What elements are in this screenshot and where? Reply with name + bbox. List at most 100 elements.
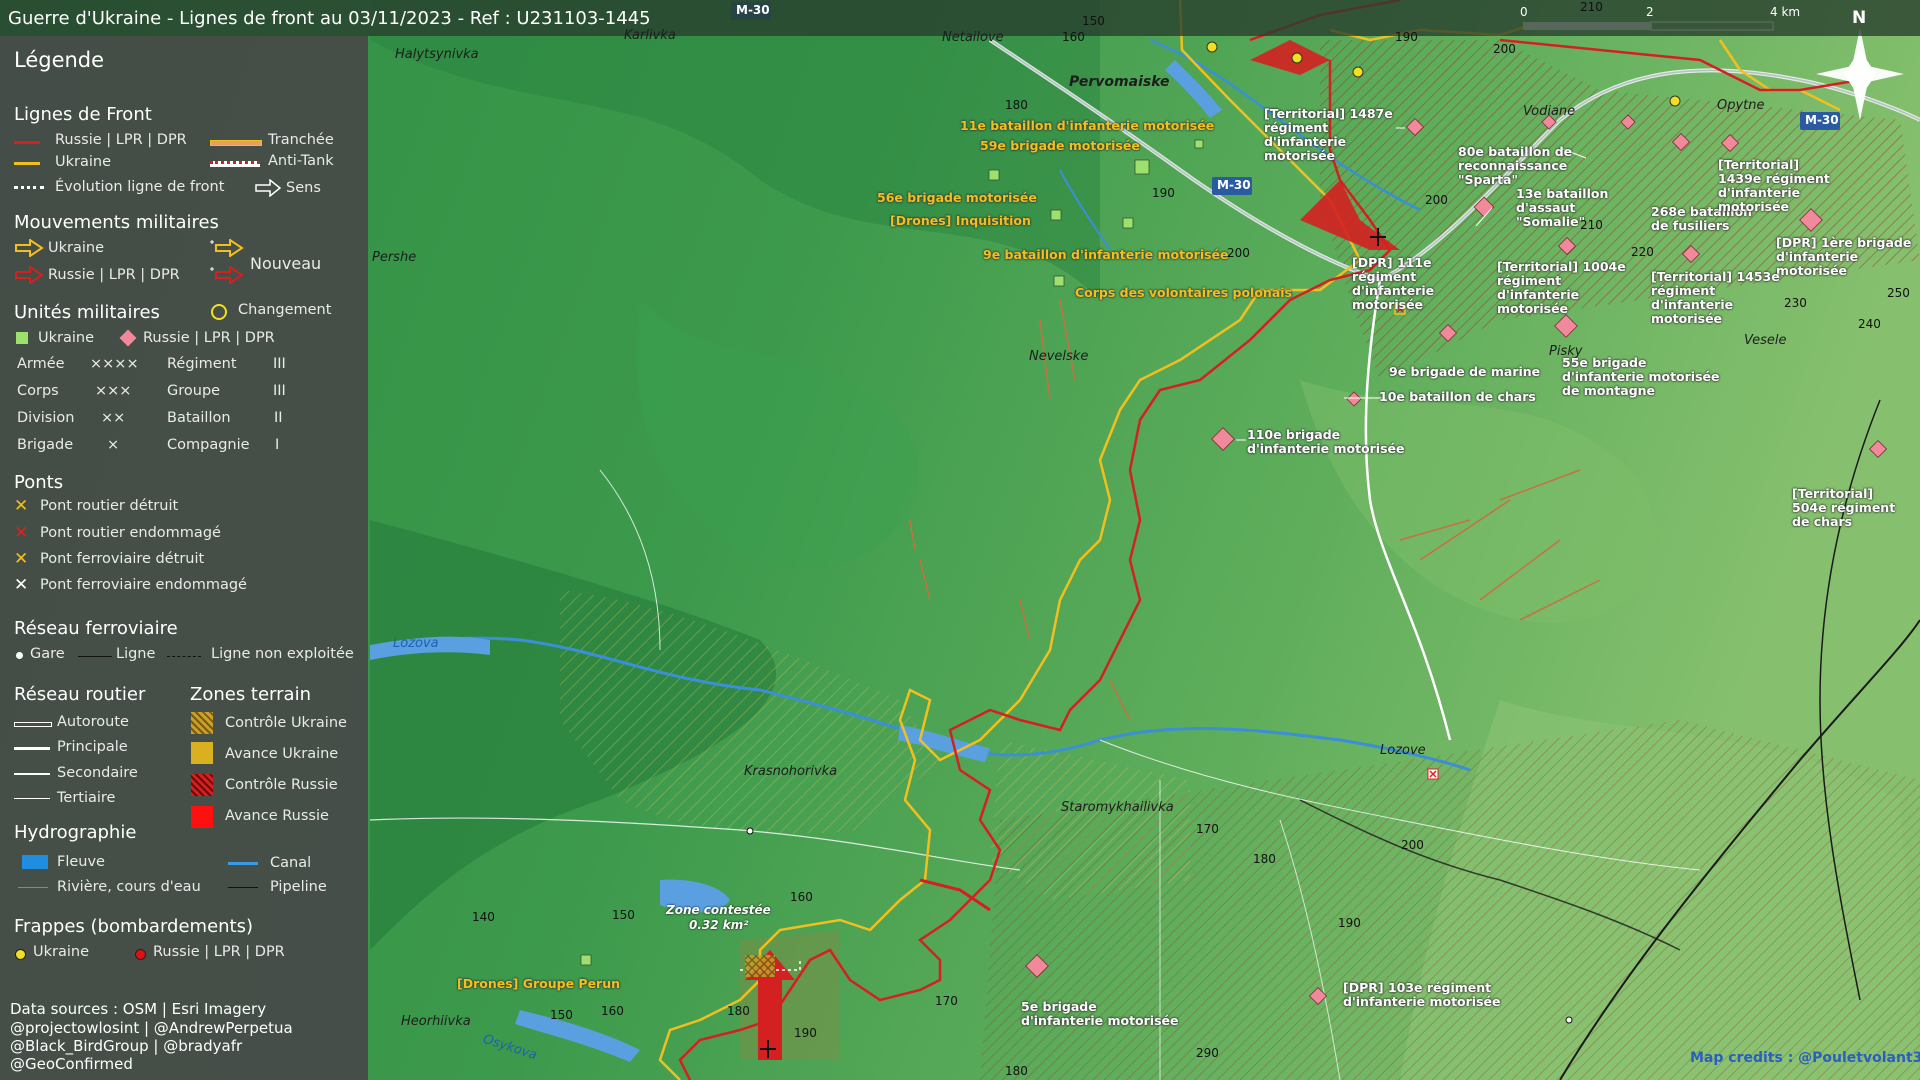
scale-label-4km: 4 km bbox=[1770, 5, 1801, 19]
contour-label: 150 bbox=[1082, 14, 1105, 28]
place-halytsynivka: Halytsynivka bbox=[395, 47, 479, 62]
scale-label-2: 2 bbox=[1646, 5, 1654, 19]
contour-label: 250 bbox=[1887, 286, 1910, 300]
legend-section-movements: Mouvements militaires bbox=[14, 212, 219, 233]
unit-label-russia[interactable]: 110e brigade d'infanterie motorisée bbox=[1247, 428, 1417, 456]
unit-label-ukraine[interactable]: 11e bataillon d'infanterie motorisée bbox=[960, 118, 1214, 133]
unit-label-russia[interactable]: [Territorial] 504e régiment de chars bbox=[1792, 487, 1912, 529]
legend-swatch-ukraine-line bbox=[14, 162, 40, 165]
contour-label: 180 bbox=[727, 1004, 750, 1018]
legend-swatch-ukraine-advance bbox=[191, 742, 213, 764]
unit-label-ukraine[interactable]: 9e bataillon d'infanterie motorisée bbox=[983, 247, 1229, 262]
unit-label-russia[interactable]: 9e brigade de marine bbox=[1389, 365, 1540, 379]
unit-label-ukraine[interactable]: Corps des volontaires polonais bbox=[1075, 285, 1292, 300]
change-circle-icon bbox=[211, 304, 227, 320]
legend-swatch-canal bbox=[228, 862, 258, 865]
place-krasnohorivka: Krasnohorivka bbox=[744, 764, 838, 779]
legend-swatch-river-large bbox=[22, 855, 48, 869]
unit-label-russia[interactable]: 5e brigade d'infanterie motorisée bbox=[1021, 1000, 1181, 1028]
contour-label: 210 bbox=[1580, 0, 1603, 14]
contour-label: 190 bbox=[794, 1026, 817, 1040]
unit-label-russia[interactable]: [DPR] 1ère brigade d'infanterie motorisé… bbox=[1776, 236, 1918, 278]
legend-zone-russia-advance: Avance Russie bbox=[225, 808, 329, 824]
legend-swatch-tertiary-road bbox=[14, 798, 50, 799]
contour-label: 220 bbox=[1631, 245, 1654, 259]
unit-label-ukraine[interactable]: 56e brigade motorisée bbox=[877, 190, 1037, 205]
place-lozova-river: Lozova bbox=[393, 636, 439, 651]
legend-section-front: Lignes de Front bbox=[14, 104, 152, 125]
arrow-new-ukraine-icon bbox=[210, 239, 244, 257]
legend-section-strikes: Frappes (bombardements) bbox=[14, 916, 254, 937]
map-title: Guerre d'Ukraine - Lignes de front au 03… bbox=[8, 8, 651, 29]
legend-hydro-river-large: Fleuve bbox=[57, 854, 105, 870]
legend-bridge-road-destroyed: Pont routier détruit bbox=[40, 498, 179, 514]
legend-echelon-brigade: Brigade bbox=[17, 437, 74, 453]
legend-echelon-brigade-symbol: × bbox=[107, 437, 120, 453]
legend-rail-line: Ligne bbox=[116, 646, 156, 662]
unit-label-russia[interactable]: [Territorial] 1439e régiment d'infanteri… bbox=[1718, 158, 1838, 214]
contour-label: 160 bbox=[601, 1004, 624, 1018]
legend-panel: Légende Lignes de Front Russie | LPR | D… bbox=[0, 36, 368, 1080]
legend-echelon-army: Armée bbox=[17, 356, 65, 372]
arrow-new-russia-icon bbox=[210, 266, 244, 284]
contour-label: 140 bbox=[472, 910, 495, 924]
legend-swatch-rail-unused bbox=[167, 656, 201, 657]
legend-echelon-company-symbol: I bbox=[275, 437, 280, 453]
north-arrow-icon: N bbox=[1852, 8, 1867, 28]
contour-label: 190 bbox=[1395, 30, 1418, 44]
map-credits: Map credits : @Pouletvolant3 bbox=[1690, 1050, 1920, 1066]
unit-label-russia[interactable]: [Territorial] 1004e régiment d'infanteri… bbox=[1497, 260, 1627, 316]
contour-label: 240 bbox=[1858, 317, 1881, 331]
contour-label: 180 bbox=[1005, 98, 1028, 112]
legend-unit-russia: Russie | LPR | DPR bbox=[143, 330, 275, 346]
legend-bridge-rail-damaged: Pont ferroviaire endommagé bbox=[40, 577, 247, 593]
legend-section-hydro: Hydrographie bbox=[14, 822, 137, 843]
legend-echelon-corps-symbol: ××× bbox=[95, 383, 132, 399]
unit-label-russia[interactable]: [Territorial] 1453e régiment d'infanteri… bbox=[1651, 270, 1781, 326]
legend-echelon-army-symbol: ×××× bbox=[90, 356, 139, 372]
legend-unit-change: Changement bbox=[238, 302, 332, 318]
legend-section-units: Unités militaires bbox=[14, 302, 160, 323]
unit-label-russia[interactable]: 80e bataillon de reconnaissance "Sparta" bbox=[1458, 145, 1618, 187]
unit-label-ukraine[interactable]: [Drones] Inquisition bbox=[890, 213, 1031, 228]
contour-label: 190 bbox=[1338, 916, 1361, 930]
legend-front-ukraine: Ukraine bbox=[55, 154, 111, 170]
legend-echelon-regiment: Régiment bbox=[167, 356, 237, 372]
legend-section-zones: Zones terrain bbox=[190, 684, 311, 705]
place-netailove: Netailove bbox=[942, 30, 1004, 45]
contour-label: 200 bbox=[1425, 193, 1448, 207]
legend-zone-ukraine-control: Contrôle Ukraine bbox=[225, 715, 347, 731]
legend-source-line: @projectowlosint | @AndrewPerpetua bbox=[10, 1019, 293, 1037]
contour-label: 230 bbox=[1784, 296, 1807, 310]
legend-unit-ukraine: Ukraine bbox=[38, 330, 94, 346]
unit-label-russia[interactable]: [DPR] 103e régiment d'infanterie motoris… bbox=[1343, 981, 1503, 1009]
unit-label-ukraine[interactable]: [Drones] Groupe Perun bbox=[457, 976, 620, 991]
unit-label-ukraine[interactable]: 59e brigade motorisée bbox=[980, 138, 1140, 153]
unit-label-russia[interactable]: [Territorial] 1487e régiment d'infanteri… bbox=[1264, 107, 1404, 163]
ukraine-unit-square-icon bbox=[16, 332, 28, 344]
legend-echelon-battalion: Bataillon bbox=[167, 410, 231, 426]
place-pershe: Pershe bbox=[372, 250, 417, 265]
contour-label: 160 bbox=[1062, 30, 1085, 44]
unit-label-russia[interactable]: 10e bataillon de chars bbox=[1379, 390, 1536, 404]
strike-ukraine-dot-icon bbox=[15, 949, 26, 960]
legend-strike-ukraine: Ukraine bbox=[33, 944, 89, 960]
contour-label: 180 bbox=[1005, 1064, 1028, 1078]
contour-label: 290 bbox=[1196, 1046, 1219, 1060]
legend-source-line: @GeoConfirmed bbox=[10, 1055, 133, 1073]
unit-label-russia[interactable]: 55e brigade d'infanterie motorisée de mo… bbox=[1562, 356, 1732, 398]
legend-swatch-rail-line bbox=[78, 656, 112, 657]
legend-echelon-group: Groupe bbox=[167, 383, 221, 399]
legend-move-russia: Russie | LPR | DPR bbox=[48, 267, 180, 283]
legend-swatch-river bbox=[18, 887, 48, 888]
road-shield-m30: M-30 bbox=[1217, 178, 1251, 192]
unit-label-russia[interactable]: [DPR] 111e régiment d'infanterie motoris… bbox=[1352, 256, 1492, 312]
legend-swatch-secondary-road bbox=[14, 773, 50, 775]
legend-echelon-group-symbol: III bbox=[273, 383, 286, 399]
legend-bridge-road-damaged: Pont routier endommagé bbox=[40, 525, 221, 541]
contour-label: 170 bbox=[935, 994, 958, 1008]
legend-swatch-russia-advance bbox=[191, 806, 213, 828]
legend-strike-russia: Russie | LPR | DPR bbox=[153, 944, 285, 960]
legend-front-direction: Sens bbox=[286, 180, 321, 196]
bridge-rail-destroyed-icon: ✕ bbox=[14, 549, 29, 569]
